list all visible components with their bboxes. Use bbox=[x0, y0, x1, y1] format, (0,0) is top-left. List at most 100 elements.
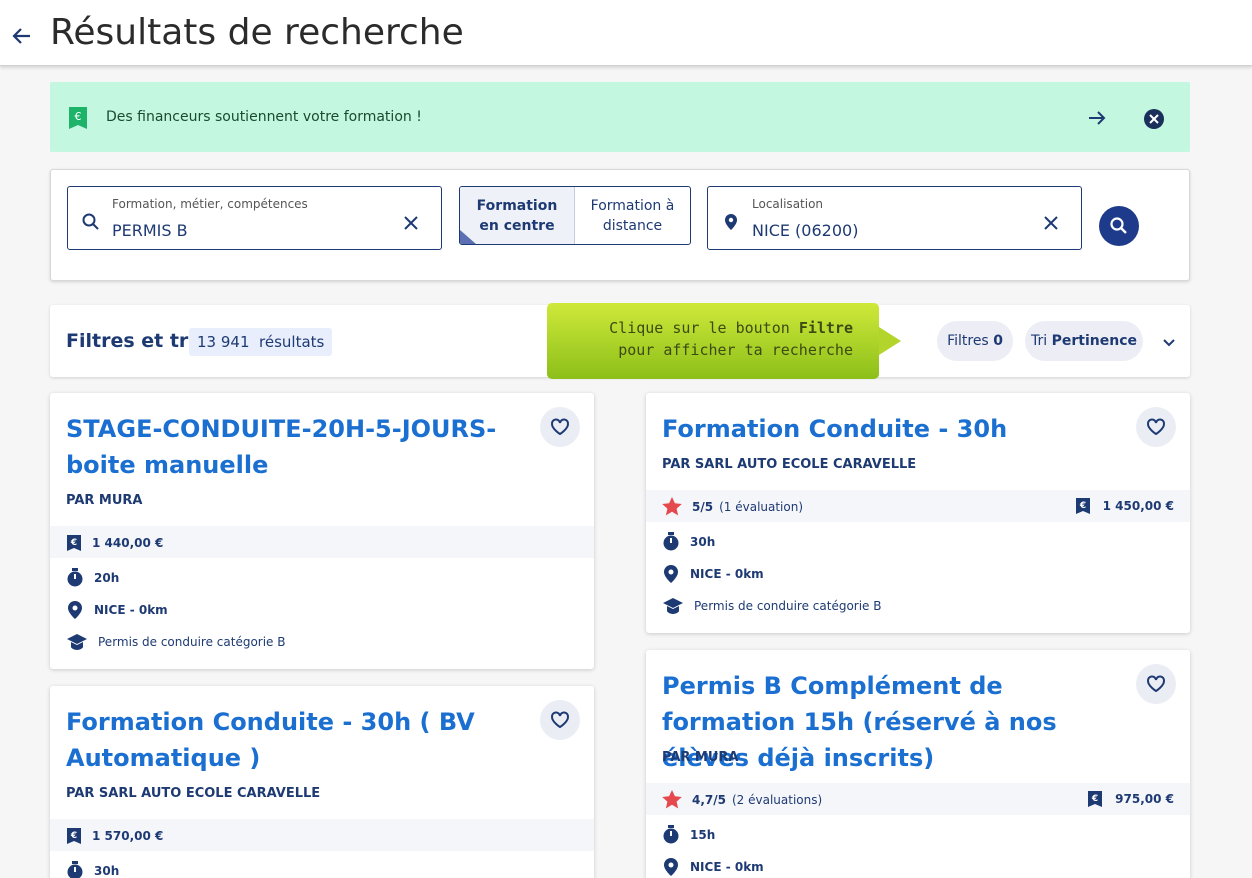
certification-row: Permis de conduire catégorie B bbox=[66, 633, 285, 651]
filters-title: Filtres et tri bbox=[66, 330, 195, 352]
sort-button[interactable]: Tri Pertinence bbox=[1025, 321, 1143, 361]
card-title[interactable]: Formation Conduite - 30h ( BV Automatiqu… bbox=[66, 704, 526, 776]
rating-row: 4,7/5 (2 évaluations) bbox=[662, 790, 822, 809]
clear-icon[interactable] bbox=[1043, 215, 1059, 231]
card-price: 975,00 € bbox=[1115, 792, 1174, 806]
svg-text:€: € bbox=[1078, 501, 1085, 511]
location-pin-icon bbox=[664, 858, 678, 876]
heart-icon bbox=[551, 418, 569, 436]
mode-onsite-line2: en centre bbox=[479, 217, 555, 234]
tooltip-line2: pour afficher ta recherche bbox=[618, 341, 853, 359]
location-row: NICE - 0km bbox=[662, 564, 764, 584]
favorite-button[interactable] bbox=[1136, 407, 1176, 447]
heart-icon bbox=[551, 711, 569, 729]
card-title[interactable]: Formation Conduite - 30h bbox=[662, 411, 1122, 447]
star-icon bbox=[662, 790, 682, 809]
price-row: € 975,00 € bbox=[1087, 790, 1174, 808]
filters-label: Filtres bbox=[947, 333, 989, 349]
card-title[interactable]: STAGE-CONDUITE-20H-5-JOURS-boite manuell… bbox=[66, 411, 526, 483]
card-rating: 4,7/5 bbox=[692, 792, 726, 807]
tooltip-arrow bbox=[879, 327, 901, 355]
results-count: 13 941 bbox=[197, 333, 250, 351]
price-tag-icon: € bbox=[67, 535, 81, 551]
card-certification: Permis de conduire catégorie B bbox=[98, 635, 286, 649]
where-field[interactable]: Localisation bbox=[707, 186, 1082, 250]
training-card[interactable]: Formation Conduite - 30h ( BV Automatiqu… bbox=[50, 686, 594, 878]
where-input[interactable] bbox=[752, 221, 1022, 240]
tooltip-line1-prefix: Clique sur le bouton bbox=[609, 319, 799, 337]
svg-text:€: € bbox=[70, 538, 77, 548]
sort-value: Pertinence bbox=[1051, 333, 1137, 349]
mode-remote-option[interactable]: Formation à distance bbox=[575, 187, 690, 244]
card-location: NICE - 0km bbox=[690, 567, 764, 581]
price-row: € 1 450,00 € bbox=[1075, 497, 1174, 515]
page-title: Résultats de recherche bbox=[50, 12, 464, 53]
training-card[interactable]: Formation Conduite - 30h PAR SARL AUTO E… bbox=[646, 393, 1190, 633]
funding-banner[interactable]: € Des financeurs soutiennent votre forma… bbox=[50, 82, 1190, 152]
chevron-down-icon[interactable] bbox=[1162, 338, 1176, 348]
card-reviews: (2 évaluations) bbox=[732, 792, 823, 807]
card-price: 1 450,00 € bbox=[1102, 499, 1174, 513]
training-mode-toggle: Formation en centre Formation à distance bbox=[459, 186, 691, 245]
euro-badge-icon: € bbox=[69, 107, 87, 129]
stopwatch-icon bbox=[67, 861, 83, 878]
location-pin-icon bbox=[725, 214, 737, 230]
card-location: NICE - 0km bbox=[94, 603, 168, 617]
mode-onsite-option[interactable]: Formation en centre bbox=[460, 187, 575, 244]
card-duration: 30h bbox=[94, 864, 120, 878]
filters-button[interactable]: Filtres 0 bbox=[937, 321, 1013, 361]
what-field[interactable]: Formation, métier, compétences bbox=[67, 186, 442, 250]
favorite-button[interactable] bbox=[540, 700, 580, 740]
location-row: NICE - 0km bbox=[66, 600, 168, 620]
price-tag-icon: € bbox=[1088, 791, 1103, 807]
stopwatch-icon bbox=[663, 825, 679, 844]
card-price: 1 570,00 € bbox=[92, 829, 164, 843]
close-circle-icon[interactable] bbox=[1143, 108, 1165, 130]
location-row: NICE - 0km bbox=[662, 857, 764, 877]
search-icon bbox=[1110, 217, 1127, 234]
card-certification: Permis de conduire catégorie B bbox=[694, 599, 882, 613]
favorite-button[interactable] bbox=[1136, 664, 1176, 704]
training-card[interactable]: STAGE-CONDUITE-20H-5-JOURS-boite manuell… bbox=[50, 393, 594, 669]
training-card[interactable]: Permis B Complément de formation 15h (ré… bbox=[646, 650, 1190, 878]
price-tag-icon: € bbox=[67, 828, 81, 844]
card-rating: 5/5 bbox=[692, 499, 714, 514]
card-location: NICE - 0km bbox=[690, 860, 764, 874]
star-icon bbox=[662, 497, 682, 516]
arrow-right-icon[interactable] bbox=[1086, 107, 1108, 129]
card-organization: PAR MURA bbox=[662, 750, 739, 765]
mode-onsite-line1: Formation bbox=[476, 197, 558, 214]
top-bar: Résultats de recherche bbox=[0, 0, 1252, 66]
search-button[interactable] bbox=[1099, 206, 1139, 246]
duration-row: 30h bbox=[66, 861, 119, 878]
heart-icon bbox=[1147, 418, 1165, 436]
where-label: Localisation bbox=[752, 197, 824, 211]
results-count-badge: 13 941 résultats bbox=[189, 328, 333, 356]
stopwatch-icon bbox=[67, 568, 83, 587]
tooltip-line1-bold: Filtre bbox=[798, 319, 853, 337]
stopwatch-icon bbox=[663, 532, 679, 551]
card-organization: PAR SARL AUTO ECOLE CARAVELLE bbox=[662, 457, 917, 472]
graduation-cap-icon bbox=[663, 598, 683, 614]
card-organization: PAR MURA bbox=[66, 493, 143, 508]
card-duration: 15h bbox=[690, 828, 716, 842]
clear-icon[interactable] bbox=[403, 215, 419, 231]
favorite-button[interactable] bbox=[540, 407, 580, 447]
duration-row: 20h bbox=[66, 568, 119, 588]
what-input[interactable] bbox=[112, 221, 382, 240]
svg-text:€: € bbox=[1091, 794, 1098, 804]
card-reviews: (1 évaluation) bbox=[719, 499, 804, 514]
duration-row: 30h bbox=[662, 532, 715, 552]
what-label: Formation, métier, compétences bbox=[112, 197, 308, 211]
certification-row: Permis de conduire catégorie B bbox=[662, 597, 881, 615]
back-arrow-icon[interactable] bbox=[10, 24, 34, 48]
price-row: € 1 440,00 € bbox=[66, 534, 163, 552]
sort-label: Tri bbox=[1031, 333, 1048, 349]
mode-remote-line1: Formation à bbox=[590, 197, 675, 214]
location-pin-icon bbox=[68, 601, 82, 619]
graduation-cap-icon bbox=[67, 634, 87, 650]
card-duration: 30h bbox=[690, 535, 716, 549]
location-pin-icon bbox=[664, 565, 678, 583]
duration-row: 15h bbox=[662, 825, 715, 845]
search-icon bbox=[82, 213, 99, 230]
